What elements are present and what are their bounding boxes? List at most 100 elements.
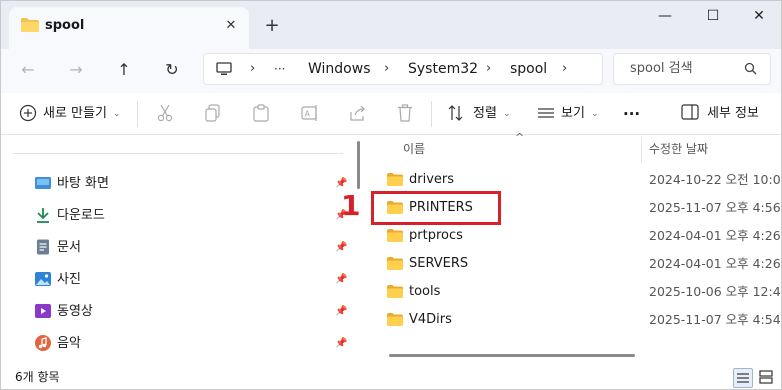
breadcrumb-separator[interactable]: ›: [250, 54, 255, 84]
column-separator[interactable]: [641, 137, 642, 163]
sidebar-item-documents[interactable]: 문서 📌: [35, 235, 355, 261]
videos-icon: [35, 303, 51, 322]
sidebar-item-label: 사진: [57, 272, 81, 287]
file-modified-date: 2024-04-01 오후 4:26: [649, 256, 781, 271]
music-icon: [35, 335, 51, 354]
navigation-scrollbar[interactable]: [357, 141, 360, 189]
copy-icon[interactable]: [205, 104, 221, 125]
annotation-highlight-box: [371, 191, 501, 225]
sidebar-item-label: 바탕 화면: [57, 176, 109, 191]
up-button[interactable]: ↑: [109, 55, 139, 85]
folder-icon: [387, 173, 403, 189]
sidebar-item-music[interactable]: 음악 📌: [35, 331, 355, 357]
file-row-drivers[interactable]: drivers 2024-10-22 오전 10:05: [371, 166, 781, 194]
computer-icon[interactable]: [216, 62, 232, 79]
file-name: drivers: [409, 172, 455, 187]
details-view-button[interactable]: [733, 368, 753, 388]
chevron-down-icon[interactable]: ⌄: [591, 99, 599, 129]
file-row-servers[interactable]: SERVERS 2024-04-01 오후 4:26: [371, 250, 781, 278]
search-icon[interactable]: [744, 62, 757, 78]
folder-icon: [387, 285, 403, 301]
divider: [431, 101, 432, 127]
navigation-bar: ← → ↑ ↻ › ··· Windows › System32 › spool…: [1, 49, 781, 93]
file-name: prtprocs: [409, 228, 463, 243]
sidebar-item-label: 동영상: [57, 304, 93, 319]
pin-icon[interactable]: 📌: [335, 242, 347, 253]
file-row-v4dirs[interactable]: V4Dirs 2025-11-07 오후 4:54: [371, 306, 781, 334]
more-options-button[interactable]: ···: [623, 99, 640, 129]
sort-icon: [447, 104, 465, 125]
column-header-modified[interactable]: 수정한 날짜: [649, 135, 708, 163]
breadcrumb-system32[interactable]: System32: [408, 54, 478, 84]
column-header-name[interactable]: 이름: [403, 135, 425, 163]
command-bar: 새로 만들기 ⌄ A 정렬 ⌄ 보기 ⌄ ··· 세부 정보: [1, 93, 781, 135]
sidebar-item-videos[interactable]: 동영상 📌: [35, 299, 355, 325]
file-list: 이름 ^ 수정한 날짜 drivers 2024-10-22 오전 10:05 …: [371, 131, 781, 365]
sort-ascending-icon: ^: [515, 131, 525, 144]
maximize-button[interactable]: ☐: [693, 5, 733, 27]
title-bar: spool ✕ + — ☐ ✕: [1, 1, 781, 49]
new-tab-button[interactable]: +: [261, 15, 283, 37]
breadcrumb-windows[interactable]: Windows: [308, 54, 371, 84]
file-modified-date: 2024-04-01 오후 4:26: [649, 228, 781, 243]
new-button[interactable]: 새로 만들기: [43, 99, 107, 129]
back-button[interactable]: ←: [13, 55, 43, 85]
folder-icon: [387, 313, 403, 329]
details-button[interactable]: 세부 정보: [707, 99, 759, 129]
forward-button[interactable]: →: [61, 55, 91, 85]
tab-spool[interactable]: spool ✕: [9, 7, 249, 49]
paste-icon[interactable]: [253, 104, 269, 125]
breadcrumb-spool[interactable]: spool: [510, 54, 547, 84]
file-name: SERVERS: [409, 256, 469, 271]
breadcrumb-separator[interactable]: ›: [486, 54, 491, 84]
sidebar-item-pictures[interactable]: 사진 📌: [35, 267, 355, 293]
tab-title: spool: [45, 18, 85, 33]
minimize-button[interactable]: —: [645, 5, 685, 27]
sidebar-item-label: 문서: [57, 240, 81, 255]
view-button[interactable]: 보기: [561, 99, 585, 129]
tiles-view-button[interactable]: [757, 368, 777, 388]
cut-icon[interactable]: [157, 104, 173, 125]
sidebar-item-desktop[interactable]: 바탕 화면 📌: [35, 171, 355, 197]
sort-button[interactable]: 정렬: [473, 99, 497, 129]
new-plus-icon: [19, 104, 37, 125]
search-placeholder: spool 검색: [630, 61, 693, 76]
pin-icon[interactable]: 📌: [335, 338, 347, 349]
file-modified-date: 2025-11-07 오후 4:54: [649, 312, 781, 327]
refresh-button[interactable]: ↻: [157, 55, 187, 85]
desktop-icon: [35, 175, 51, 194]
search-box[interactable]: spool 검색: [613, 53, 771, 85]
svg-text:A: A: [305, 110, 311, 119]
horizontal-scrollbar[interactable]: [389, 354, 635, 357]
chevron-down-icon[interactable]: ⌄: [113, 99, 121, 129]
document-icon: [35, 239, 51, 258]
address-bar[interactable]: › ··· Windows › System32 › spool ›: [203, 53, 603, 85]
file-row-tools[interactable]: tools 2025-10-06 오후 12:45: [371, 278, 781, 306]
pin-icon[interactable]: 📌: [335, 274, 347, 285]
navigation-pane: 바탕 화면 📌 다운로드 📌 문서 📌 사진 📌 동영상 📌 음악 📌: [1, 135, 353, 365]
file-modified-date: 2025-11-07 오후 4:56: [649, 200, 781, 215]
pin-icon[interactable]: 📌: [335, 178, 347, 189]
share-icon[interactable]: [349, 104, 367, 125]
rename-icon[interactable]: A: [301, 104, 319, 125]
file-modified-date: 2024-10-22 오전 10:05: [649, 172, 782, 187]
sidebar-item-label: 음악: [57, 336, 81, 351]
view-icon: [537, 104, 555, 125]
file-row-prtprocs[interactable]: prtprocs 2024-04-01 오후 4:26: [371, 222, 781, 250]
divider: [137, 101, 138, 127]
chevron-down-icon[interactable]: ⌄: [503, 99, 511, 129]
file-name: tools: [409, 284, 441, 299]
breadcrumb-overflow[interactable]: ···: [274, 54, 285, 84]
breadcrumb-separator[interactable]: ›: [562, 54, 567, 84]
folder-icon: [387, 229, 403, 245]
pin-icon[interactable]: 📌: [335, 306, 347, 317]
delete-icon[interactable]: [397, 104, 413, 125]
sidebar-item-downloads[interactable]: 다운로드 📌: [35, 203, 355, 229]
tab-close-icon[interactable]: ✕: [220, 15, 242, 37]
item-count: 6개 항목: [15, 370, 60, 384]
file-name: V4Dirs: [409, 312, 452, 327]
annotation-number: 1: [341, 189, 361, 222]
close-window-button[interactable]: ✕: [739, 5, 779, 27]
breadcrumb-separator[interactable]: ›: [384, 54, 389, 84]
details-pane-icon: [681, 104, 699, 123]
